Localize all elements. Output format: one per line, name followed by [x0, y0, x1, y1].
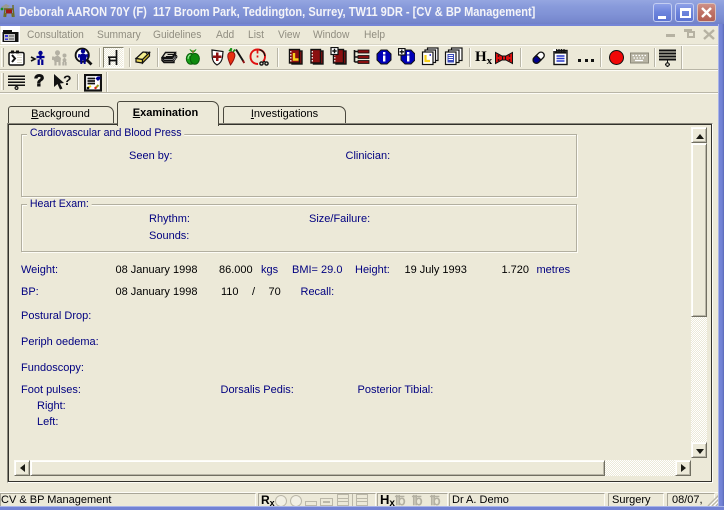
svg-text:?: ?	[63, 73, 72, 88]
